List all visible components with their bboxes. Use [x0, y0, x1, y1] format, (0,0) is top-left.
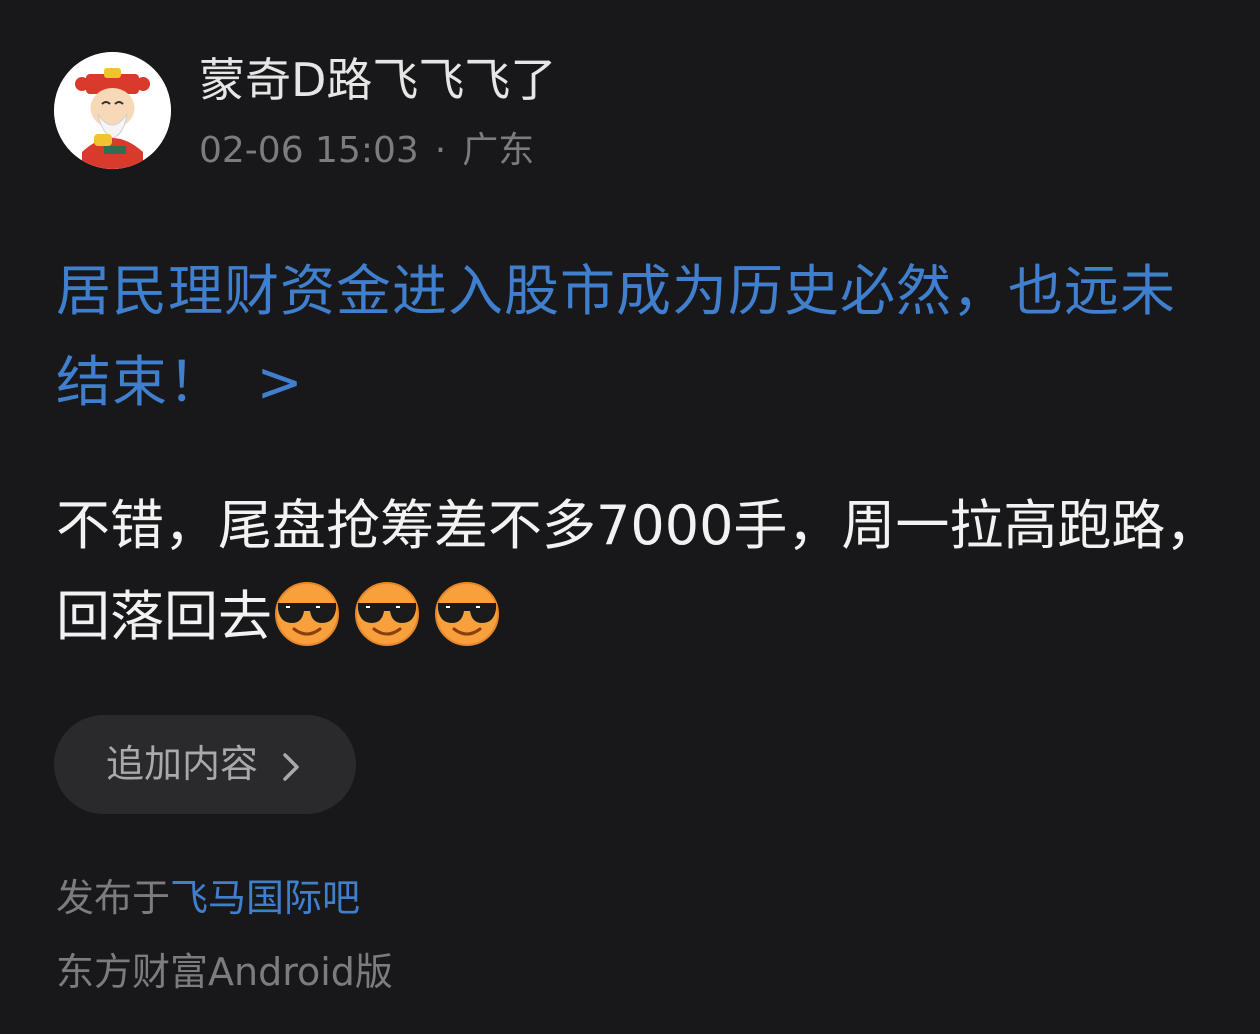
post-body-text: 不错，尾盘抢筹差不多7000手，周一拉高跑路，回落回去	[56, 494, 1220, 648]
author-name[interactable]: 蒙奇D路飞飞飞了	[199, 52, 556, 108]
smiling-face-with-sunglasses-icon	[355, 582, 419, 646]
append-content-label: 追加内容	[106, 742, 259, 786]
linked-article-title[interactable]: 居民理财资金进入股市成为历史必然，也远未结束！ >	[56, 246, 1216, 428]
post-date: 02-06 15:03	[199, 130, 419, 171]
fortune-god-avatar-icon	[54, 52, 171, 169]
emoji-row	[272, 582, 512, 648]
chevron-right-icon: >	[256, 350, 304, 414]
smiling-face-with-sunglasses-icon	[435, 582, 499, 646]
client-source: 东方财富Android版	[56, 950, 393, 994]
published-prefix: 发布于	[56, 876, 171, 920]
chevron-right-icon	[283, 752, 299, 781]
published-in: 发布于飞马国际吧	[56, 872, 360, 924]
post-location: 广东	[462, 130, 535, 171]
append-content-button[interactable]: 追加内容	[54, 715, 356, 814]
post-meta: 02-06 15:03 · 广东	[199, 127, 534, 175]
linked-article-text[interactable]: 居民理财资金进入股市成为历史必然，也远未结束！	[56, 259, 1176, 414]
smiling-face-with-sunglasses-icon	[275, 582, 339, 646]
forum-link[interactable]: 飞马国际吧	[170, 876, 360, 920]
meta-separator: ·	[434, 130, 447, 171]
avatar[interactable]	[54, 52, 171, 169]
post-body: 不错，尾盘抢筹差不多7000手，周一拉高跑路，回落回去	[56, 480, 1226, 662]
